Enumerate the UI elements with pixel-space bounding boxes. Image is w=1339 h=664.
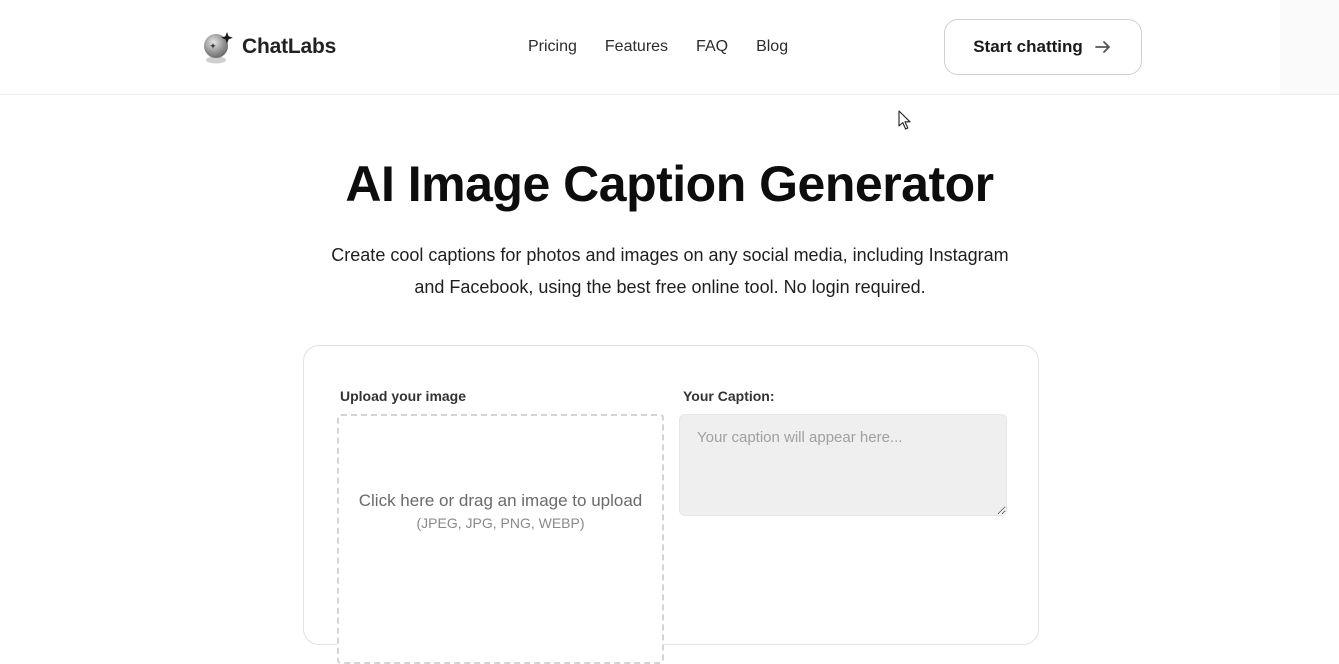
nav-item-features[interactable]: Features — [605, 36, 668, 58]
main-nav: Pricing Features FAQ Blog — [528, 36, 788, 58]
globe-sparkle-icon — [204, 32, 233, 64]
caption-tool-card: Upload your image Click here or drag an … — [303, 345, 1039, 664]
page-title: AI Image Caption Generator — [345, 156, 994, 212]
nav-item-pricing[interactable]: Pricing — [528, 36, 577, 58]
arrow-right-icon — [1094, 41, 1110, 53]
header-corner-shade — [1280, 0, 1339, 94]
start-chatting-label: Start chatting — [973, 37, 1083, 56]
nav-item-faq[interactable]: FAQ — [696, 36, 728, 58]
caption-output-field[interactable] — [679, 414, 1007, 516]
start-chatting-button[interactable]: Start chatting — [944, 19, 1142, 75]
nav-item-blog[interactable]: Blog — [756, 36, 788, 58]
upload-prompt: Click here or drag an image to upload — [358, 491, 643, 510]
mouse-pointer-icon — [898, 110, 911, 130]
upload-label: Upload your image — [340, 388, 467, 404]
brand-logo[interactable]: ChatLabs — [202, 29, 336, 65]
site-header: ChatLabs Pricing Features FAQ Blog Start… — [0, 0, 1339, 95]
brand-name: ChatLabs — [242, 35, 337, 58]
page-subtitle: Create cool captions for photos and imag… — [331, 245, 1009, 297]
image-upload-dropzone[interactable]: Click here or drag an image to upload (J… — [337, 414, 664, 664]
caption-label: Your Caption: — [683, 388, 775, 404]
upload-formats: (JPEG, JPG, PNG, WEBP) — [416, 515, 585, 531]
